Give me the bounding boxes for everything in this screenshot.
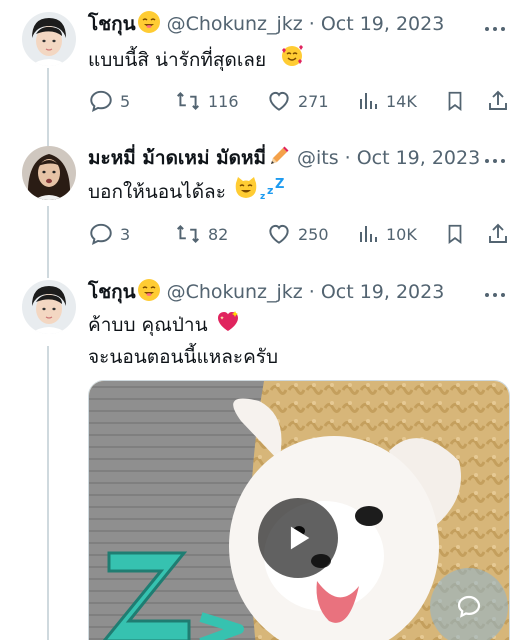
reply-icon — [90, 90, 112, 112]
more-options-icon[interactable] — [485, 159, 505, 163]
share-button[interactable] — [486, 219, 510, 249]
views-chart-icon — [360, 93, 377, 109]
tweet-text-line: แบบนี้สิ น่ารักที่สุดเลย — [88, 49, 267, 71]
separator-dot: · — [308, 13, 315, 35]
retweet-icon — [177, 225, 199, 243]
like-count: 250 — [298, 224, 329, 244]
smiling-face-icon — [137, 278, 161, 306]
tweet-date[interactable]: Oct 19, 2023 — [321, 13, 445, 35]
view-count: 10K — [386, 224, 417, 244]
retweet-count: 116 — [208, 91, 239, 111]
user-handle[interactable]: @Chokunz_jkz — [167, 281, 303, 303]
smiling-face-icon — [137, 10, 161, 38]
share-button[interactable] — [486, 86, 510, 116]
heart-icon — [269, 91, 289, 111]
reply-button[interactable]: 5 — [88, 86, 130, 116]
share-icon — [489, 223, 507, 243]
separator-dot: · — [308, 281, 315, 303]
view-count: 14K — [386, 91, 417, 111]
svg-text:Z: Z — [275, 177, 284, 192]
retweet-button[interactable]: 116 — [174, 86, 239, 116]
tweet-header: มะหมี่ ม้าดเหม่ มัดหมี่ @its · Oct 19, 2… — [88, 143, 500, 173]
avatar[interactable] — [22, 146, 76, 200]
sparkling-heart-icon — [215, 309, 241, 342]
heart-icon — [269, 224, 289, 244]
display-name[interactable]: มะหมี่ ม้าดเหม่ มัดหมี่ — [88, 143, 266, 173]
play-button[interactable] — [258, 498, 338, 578]
tweet-text-line: บอกให้นอนได้ละ — [88, 181, 226, 203]
like-count: 271 — [298, 91, 329, 111]
tweet[interactable]: โชกุน @Chokunz_jkz · Oct 19, 2023 แบบนี้… — [0, 0, 514, 130]
avatar[interactable] — [22, 12, 76, 66]
tweet-actions: 5 116 271 14K — [88, 86, 507, 116]
reply-count: 3 — [120, 224, 131, 244]
retweet-count: 82 — [208, 224, 229, 244]
svg-text:z: z — [267, 184, 273, 197]
bookmark-button[interactable] — [444, 86, 466, 116]
pencil-icon — [267, 144, 291, 172]
bookmark-icon — [448, 91, 462, 111]
bookmark-icon — [448, 224, 462, 244]
avatar[interactable] — [22, 280, 76, 334]
bookmark-button[interactable] — [444, 219, 466, 249]
reply-count: 5 — [120, 91, 131, 111]
tweet-text-line: จะนอนตอนนี้แหละครับ — [88, 346, 279, 368]
tweet-header: โชกุน @Chokunz_jkz · Oct 19, 2023 — [88, 9, 500, 39]
like-button[interactable]: 250 — [266, 219, 329, 249]
reply-button[interactable]: 3 — [88, 219, 130, 249]
svg-text:z: z — [260, 192, 265, 201]
views-button[interactable]: 10K — [356, 219, 417, 249]
more-options-icon[interactable] — [485, 293, 505, 297]
display-name[interactable]: โชกุน — [88, 9, 136, 39]
retweet-icon — [177, 92, 199, 110]
retweet-button[interactable]: 82 — [174, 219, 228, 249]
tweet-actions: 3 82 250 10K — [88, 219, 507, 249]
share-icon — [489, 90, 507, 110]
grinning-cat-zzz-icon: zzZ — [234, 175, 284, 210]
tweet-text-line: ค้าบบ คุณป่าน — [88, 314, 208, 336]
views-chart-icon — [360, 226, 377, 242]
tweet-date[interactable]: Oct 19, 2023 — [357, 147, 481, 169]
tweet-text: แบบนี้สิ น่ารักที่สุดเลย — [88, 44, 500, 77]
tweet-text: ค้าบบ คุณป่าน จะนอนตอนนี้แหละครับ — [88, 309, 500, 372]
tweet[interactable]: มะหมี่ ม้าดเหม่ มัดหมี่ @its · Oct 19, 2… — [0, 132, 514, 266]
tweet-header: โชกุน @Chokunz_jkz · Oct 19, 2023 — [88, 277, 500, 307]
more-options-icon[interactable] — [485, 27, 505, 31]
user-handle[interactable]: @Chokunz_jkz — [167, 13, 303, 35]
user-handle[interactable]: @its — [297, 147, 339, 169]
tweet-text: บอกให้นอนได้ละ zzZ — [88, 175, 500, 210]
like-button[interactable]: 271 — [266, 86, 329, 116]
views-button[interactable]: 14K — [356, 86, 417, 116]
play-icon — [290, 526, 310, 550]
reply-icon — [90, 223, 112, 245]
compose-reply-button[interactable] — [430, 568, 508, 640]
chat-bubble-icon — [457, 595, 481, 618]
separator-dot: · — [344, 147, 351, 169]
tweet-date[interactable]: Oct 19, 2023 — [321, 281, 445, 303]
smiling-face-with-hearts-icon — [280, 44, 304, 77]
display-name[interactable]: โชกุน — [88, 277, 136, 307]
